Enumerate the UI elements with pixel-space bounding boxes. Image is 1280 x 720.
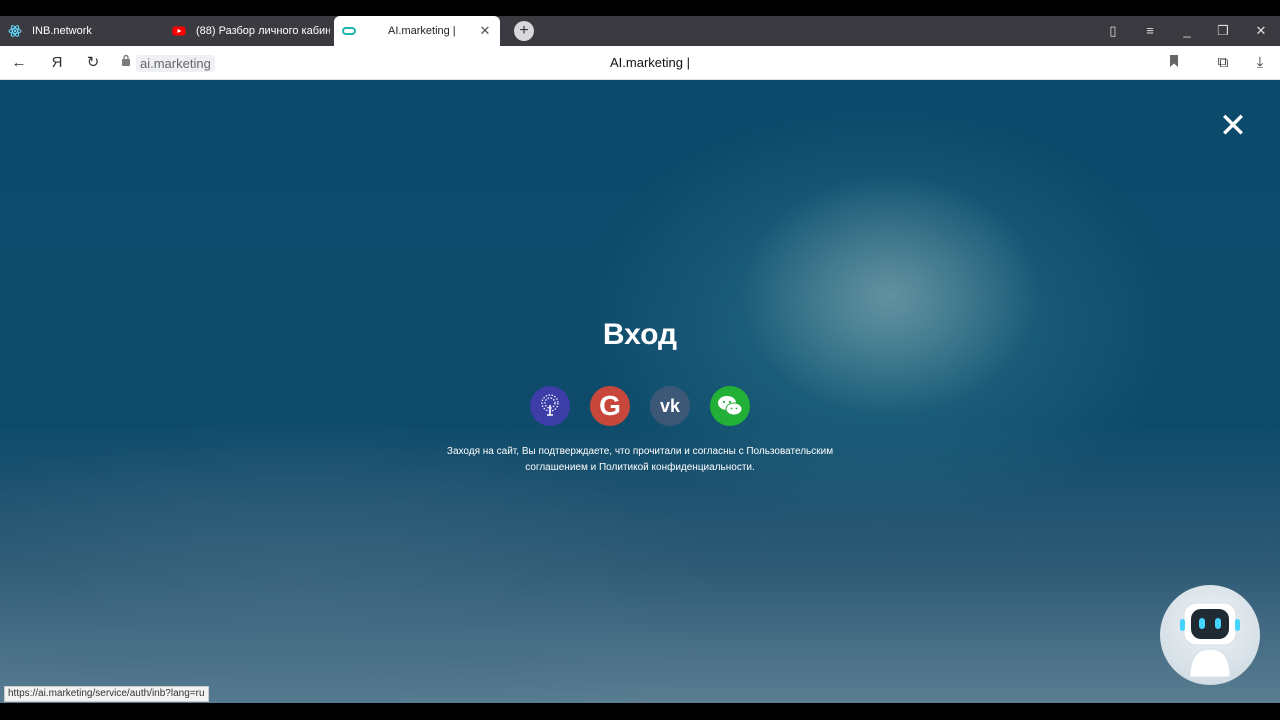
social-login-buttons: G vk	[530, 386, 750, 428]
login-title: Вход	[602, 318, 678, 351]
assistant-widget[interactable]	[1160, 585, 1260, 685]
vk-icon: vk	[659, 395, 681, 416]
consent-line-1: Заходя на сайт, Вы подтверждаете, что пр…	[446, 446, 834, 457]
consent-line-2: соглашением и Политикой конфиденциальнос…	[525, 462, 755, 473]
vk-login-button[interactable]: vk	[650, 386, 690, 426]
collections-icon[interactable]: ▯	[1102, 21, 1124, 41]
tab-label: (88) Разбор личного кабине	[196, 25, 330, 37]
tab-label: INB.network	[32, 25, 92, 37]
status-bar-url: https://ai.marketing/service/auth/inb?la…	[4, 686, 209, 702]
google-icon: G	[599, 390, 621, 421]
robot-assistant-icon	[1180, 602, 1240, 678]
menu-icon[interactable]: ≡	[1139, 21, 1161, 41]
browser-toolbar: ← Я ↻ ai.marketing AI.marketing | ⧉ ⤓	[0, 46, 1280, 80]
extensions-icon[interactable]: ⧉	[1213, 53, 1233, 73]
ai-marketing-icon	[342, 27, 356, 35]
react-icon	[8, 25, 22, 37]
google-login-button[interactable]: G	[590, 386, 630, 426]
tab-close-icon[interactable]: ✕	[478, 24, 492, 38]
bookmark-icon[interactable]	[1164, 53, 1184, 73]
inb-tree-icon	[541, 394, 559, 416]
wechat-icon	[718, 396, 743, 416]
tab-inb-network[interactable]: INB.network	[8, 16, 166, 46]
minimize-icon[interactable]: _	[1176, 21, 1198, 41]
consent-text: Заходя на сайт, Вы подтверждаете, что пр…	[440, 444, 840, 476]
close-icon[interactable]: ✕	[1218, 109, 1248, 143]
login-page: ✕ Вход G vk Заходя на сайт, Вы подтвержд…	[0, 80, 1280, 703]
tab-bar: INB.network (88) Разбор личного кабине A…	[0, 16, 1280, 46]
download-icon[interactable]: ⤓	[1250, 53, 1270, 73]
wechat-login-button[interactable]	[710, 386, 750, 426]
youtube-icon	[172, 26, 186, 36]
new-tab-button[interactable]: +	[514, 21, 534, 41]
tab-ai-marketing[interactable]: AI.marketing | ✕	[334, 16, 500, 46]
restore-icon[interactable]: ❐	[1212, 21, 1234, 41]
inb-login-button[interactable]	[530, 386, 570, 426]
screen-frame: INB.network (88) Разбор личного кабине A…	[0, 0, 1280, 720]
tab-youtube[interactable]: (88) Разбор личного кабине	[172, 16, 330, 46]
page-title: AI.marketing |	[610, 55, 690, 70]
tab-label: AI.marketing |	[388, 25, 456, 37]
close-window-icon[interactable]: ✕	[1250, 21, 1272, 41]
